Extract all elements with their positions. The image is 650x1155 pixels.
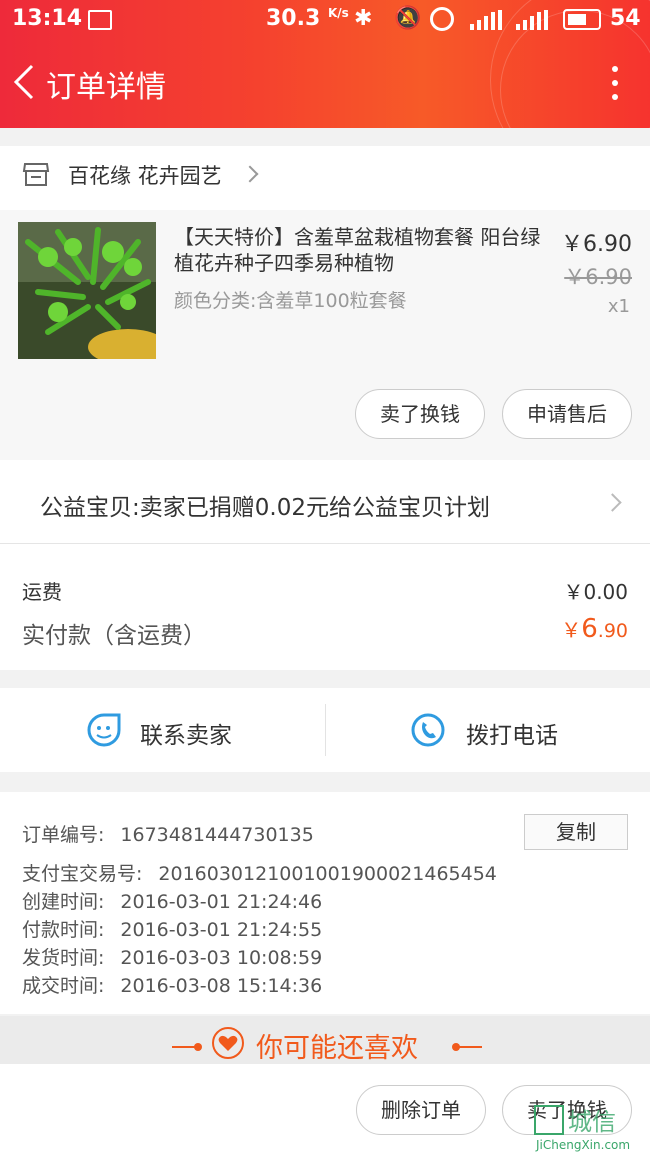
- order-number: 1673481444730135: [120, 824, 314, 846]
- info-key: 订单编号:: [22, 824, 105, 846]
- shipped-time: 2016-03-03 10:08:59: [120, 947, 323, 969]
- watermark-en: JiChengXin.com: [536, 1138, 631, 1152]
- status-bar: 13:14 30.3 K/s ✱ 🔕 54: [0, 0, 650, 40]
- completed-time: 2016-03-08 15:14:36: [120, 975, 323, 997]
- store-icon: [22, 163, 50, 186]
- paid-label: 实付款（含运费）: [22, 623, 206, 649]
- watermark-cn: 城信: [568, 1108, 616, 1136]
- battery-level: 54: [610, 6, 641, 31]
- call-label: 拨打电话: [466, 723, 558, 749]
- network-speed-unit: K/s: [327, 6, 349, 20]
- phone-icon: [411, 713, 445, 747]
- sell-for-cash-button[interactable]: 卖了换钱: [355, 389, 485, 439]
- bluetooth-icon: ✱: [354, 6, 373, 31]
- info-row: 订单编号: 1673481444730135: [22, 820, 314, 847]
- mute-icon: 🔕: [394, 6, 422, 31]
- after-sale-button[interactable]: 申请售后: [502, 389, 632, 439]
- network-speed-value: 30.3: [266, 6, 321, 31]
- top-bar: 13:14 30.3 K/s ✱ 🔕 54 订单详情: [0, 0, 650, 128]
- call-button[interactable]: 拨打电话: [326, 688, 650, 772]
- info-row: 成交时间: 2016-03-08 15:14:36: [22, 971, 322, 998]
- order-info: 订单编号: 1673481444730135 复制 支付宝交易号: 20160301…: [0, 792, 650, 1014]
- product-quantity: x1: [607, 296, 630, 317]
- shop-name: 百花缘 花卉园艺: [68, 164, 222, 188]
- recommend-title: 你可能还喜欢: [256, 1033, 418, 1064]
- paid-currency: ￥: [561, 618, 582, 642]
- cell-signal-icon: [516, 10, 548, 30]
- chevron-right-icon: [241, 165, 259, 183]
- alipay-trade-number: 2016030121001001900021465454: [158, 863, 497, 885]
- alarm-icon: [430, 7, 454, 31]
- divider: [458, 1046, 482, 1048]
- watermark-logo: [534, 1105, 564, 1135]
- watermark: 城信 JiChengXin.com: [534, 1102, 650, 1155]
- product-sku: 颜色分类:含羞草100粒套餐: [174, 290, 407, 312]
- paid-amount: ￥6.90: [561, 614, 628, 644]
- shop-row[interactable]: 百花缘 花卉园艺: [0, 146, 650, 210]
- contact-bar: 联系卖家 拨打电话: [0, 688, 650, 772]
- divider: [172, 1046, 196, 1048]
- info-key: 发货时间:: [22, 947, 105, 969]
- info-key: 付款时间:: [22, 919, 105, 941]
- paid-integer: 6: [581, 614, 598, 644]
- product-title[interactable]: 【天天特价】含羞草盆栽植物套餐 阳台绿植花卉种子四季易种植物: [174, 224, 554, 276]
- product-price: ￥6.90: [561, 232, 632, 257]
- contact-seller-label: 联系卖家: [140, 723, 232, 749]
- info-row: 支付宝交易号: 2016030121001001900021465454: [22, 859, 497, 886]
- info-key: 支付宝交易号:: [22, 863, 143, 885]
- info-key: 创建时间:: [22, 891, 105, 913]
- gallery-notification-icon: [88, 10, 112, 30]
- battery-icon: [563, 9, 601, 30]
- page-title: 订单详情: [46, 70, 166, 105]
- app-header: 订单详情: [0, 40, 650, 128]
- created-time: 2016-03-01 21:24:46: [120, 891, 323, 913]
- chevron-right-icon: [603, 493, 622, 512]
- status-time: 13:14: [12, 6, 83, 31]
- contact-seller-button[interactable]: 联系卖家: [0, 688, 325, 772]
- recommend-header: 你可能还喜欢: [0, 1016, 650, 1064]
- delete-order-button[interactable]: 删除订单: [356, 1085, 486, 1135]
- charity-text: 公益宝贝:卖家已捐赠0.02元给公益宝贝计划: [40, 495, 490, 521]
- info-row: 发货时间: 2016-03-03 10:08:59: [22, 943, 322, 970]
- shipping-value: ￥0.00: [563, 580, 628, 604]
- back-arrow-icon[interactable]: [10, 62, 40, 102]
- heart-icon: [212, 1027, 244, 1059]
- info-key: 成交时间:: [22, 975, 105, 997]
- charity-row[interactable]: 公益宝贝:卖家已捐赠0.02元给公益宝贝计划: [0, 460, 650, 544]
- paid-time: 2016-03-01 21:24:55: [120, 919, 323, 941]
- product-original-price: ￥6.90: [564, 265, 632, 289]
- network-speed: 30.3 K/s: [266, 6, 349, 31]
- copy-button[interactable]: 复制: [524, 814, 628, 850]
- chat-bubble-icon: [87, 713, 121, 747]
- product-thumbnail[interactable]: [18, 222, 156, 359]
- wifi-signal-icon: [470, 10, 502, 30]
- shipping-label: 运费: [22, 580, 62, 604]
- fee-summary: 运费 ￥0.00 实付款（含运费） ￥6.90: [0, 544, 650, 670]
- divider: [194, 1043, 202, 1051]
- product-item: 【天天特价】含羞草盆栽植物套餐 阳台绿植花卉种子四季易种植物 颜色分类:含羞草1…: [0, 210, 650, 460]
- info-row: 创建时间: 2016-03-01 21:24:46: [22, 887, 322, 914]
- more-menu-icon[interactable]: [612, 66, 618, 100]
- info-row: 付款时间: 2016-03-01 21:24:55: [22, 915, 322, 942]
- paid-decimal: .90: [597, 620, 628, 642]
